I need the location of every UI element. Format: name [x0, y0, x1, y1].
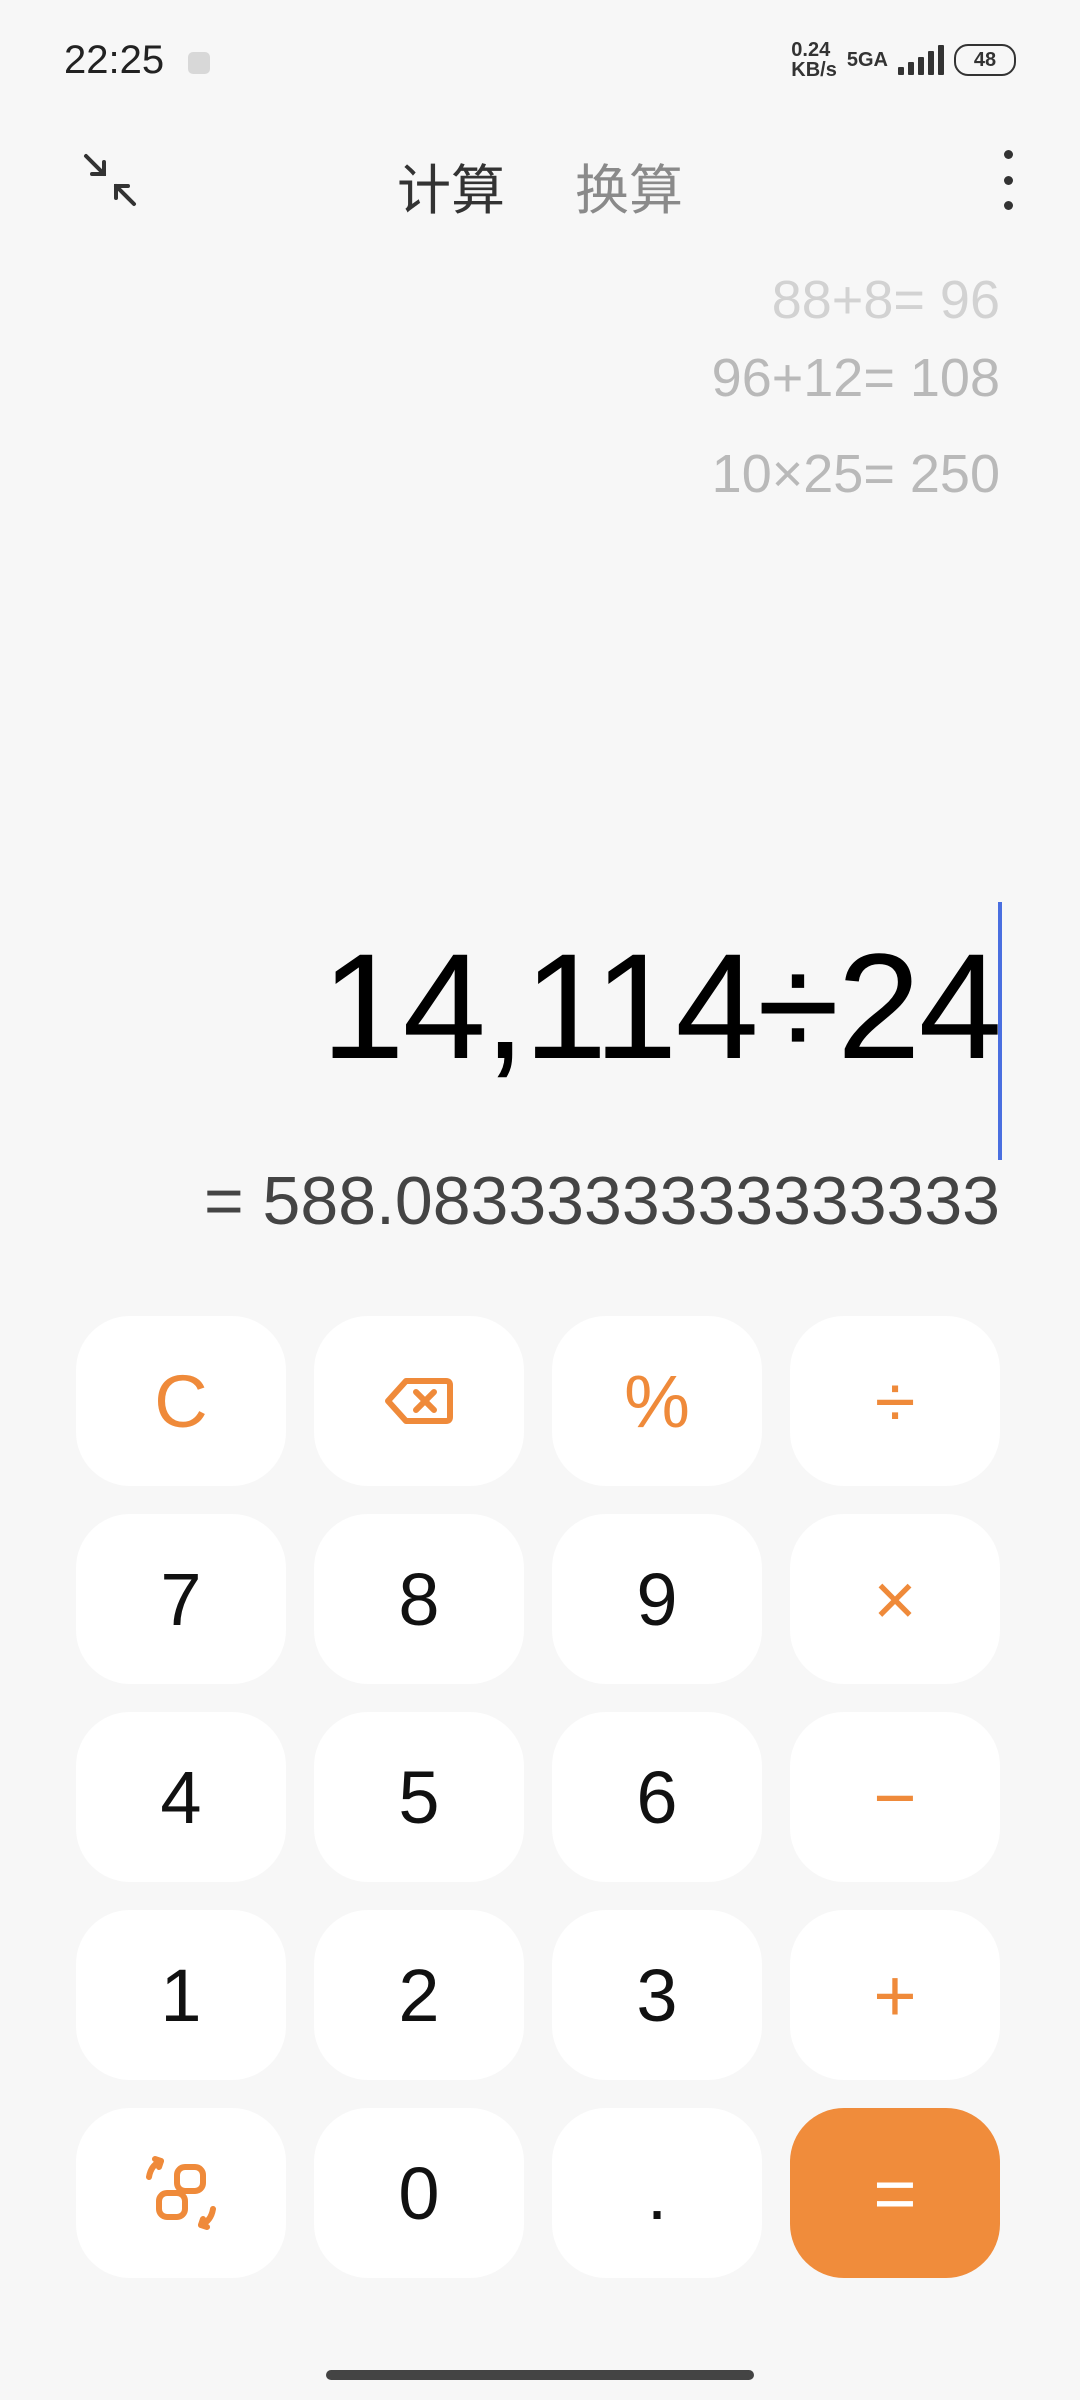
home-indicator[interactable]	[326, 2370, 754, 2380]
status-indicators: 0.24 KB/s 5GA 48	[791, 40, 1016, 80]
digit-8-button[interactable]: 8	[314, 1514, 524, 1684]
switch-mode-button[interactable]	[76, 2108, 286, 2278]
digit-4-button[interactable]: 4	[76, 1712, 286, 1882]
equals-button[interactable]: =	[790, 2108, 1000, 2278]
decimal-button[interactable]: .	[552, 2108, 762, 2278]
digit-6-button[interactable]: 6	[552, 1712, 762, 1882]
notification-icon	[188, 52, 210, 74]
digit-9-button[interactable]: 9	[552, 1514, 762, 1684]
percent-button[interactable]: %	[552, 1316, 762, 1486]
result-preview: = 588.0833333333333333	[203, 1163, 1000, 1239]
network-speed: 0.24 KB/s	[791, 39, 837, 81]
mode-tabs: 计算 换算	[0, 146, 1080, 225]
digit-7-button[interactable]: 7	[76, 1514, 286, 1684]
clear-button[interactable]: C	[76, 1316, 286, 1486]
plus-button[interactable]: +	[790, 1910, 1000, 2080]
tab-calculate[interactable]: 计算	[397, 146, 505, 225]
network-type: 5GA	[846, 49, 888, 71]
digit-1-button[interactable]: 1	[76, 1910, 286, 2080]
history-item[interactable]: 88+8= 96	[712, 270, 1000, 330]
battery-icon: 48	[954, 44, 1016, 76]
divide-button[interactable]: ÷	[790, 1316, 1000, 1486]
text-cursor	[998, 902, 1002, 1160]
keypad: C % ÷ 7 8 9 × 4 5 6 − 1 2 3 + 0 . =	[76, 1316, 1000, 2278]
digit-2-button[interactable]: 2	[314, 1910, 524, 2080]
signal-icon	[898, 45, 944, 75]
backspace-icon	[385, 1378, 453, 1424]
battery-level: 48	[973, 48, 997, 71]
digit-3-button[interactable]: 3	[552, 1910, 762, 2080]
minus-button[interactable]: −	[790, 1712, 1000, 1882]
switch-mode-icon	[146, 2156, 216, 2230]
backspace-button[interactable]	[314, 1316, 524, 1486]
calculation-history[interactable]: 88+8= 96 96+12= 108 10×25= 250	[712, 270, 1000, 522]
digit-5-button[interactable]: 5	[314, 1712, 524, 1882]
digit-0-button[interactable]: 0	[314, 2108, 524, 2278]
expression-input[interactable]: 14,114÷24	[321, 920, 1002, 1093]
tab-convert[interactable]: 换算	[575, 146, 683, 225]
history-item[interactable]: 10×25= 250	[712, 426, 1000, 522]
multiply-button[interactable]: ×	[790, 1514, 1000, 1684]
more-options-icon[interactable]	[996, 150, 1020, 210]
history-item[interactable]: 96+12= 108	[712, 330, 1000, 426]
status-time: 22:25	[64, 38, 165, 82]
